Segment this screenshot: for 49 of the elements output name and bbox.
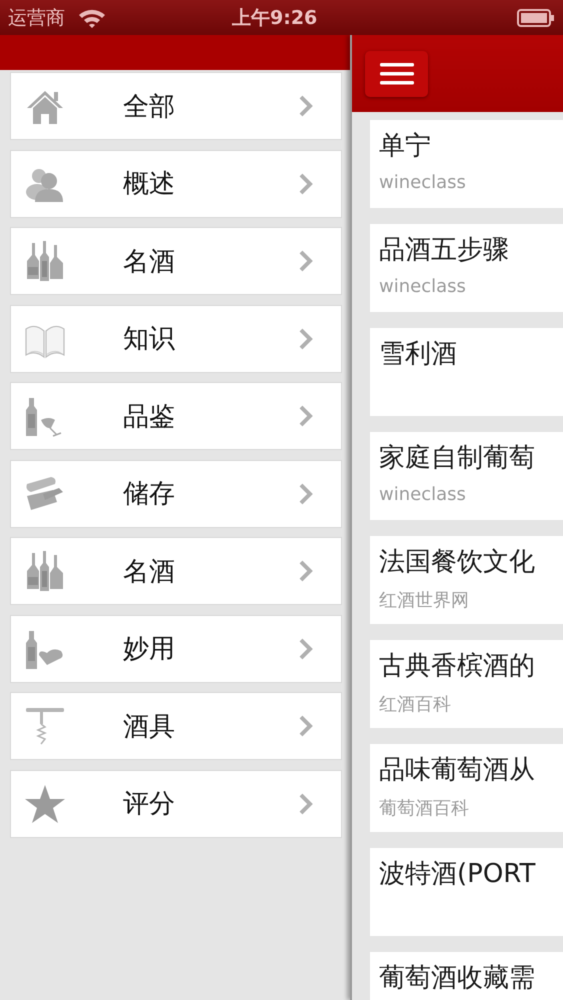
sidebar-item[interactable]: 储存 bbox=[10, 460, 342, 528]
sidebar-item[interactable]: 概述 bbox=[10, 150, 342, 218]
chevron-icon bbox=[299, 715, 313, 737]
article-source: 红酒世界网 bbox=[379, 589, 470, 612]
article-title: 古典香槟酒的 bbox=[379, 650, 536, 683]
article-title: 葡萄酒收藏需 bbox=[379, 962, 536, 995]
clock-time: 上午9:26 bbox=[232, 6, 318, 31]
article-card[interactable]: 品味葡萄酒从 葡萄酒百科 bbox=[370, 744, 563, 832]
article-title: 单宁 bbox=[379, 130, 432, 163]
carrier-name: 运营商 bbox=[8, 6, 65, 30]
menu-icon bbox=[380, 62, 414, 86]
article-source: wineclass bbox=[379, 484, 467, 505]
sidebar-item[interactable]: 评分 bbox=[10, 770, 342, 838]
sidebar-item[interactable]: 酒具 bbox=[10, 692, 342, 760]
chevron-icon bbox=[299, 172, 313, 194]
article-card[interactable]: 品酒五步骤 wineclass bbox=[370, 224, 563, 312]
chevron-icon bbox=[299, 250, 313, 272]
menu-button[interactable] bbox=[365, 50, 428, 96]
article-title: 品酒五步骤 bbox=[379, 234, 510, 267]
article-card[interactable]: 家庭自制葡萄 wineclass bbox=[370, 432, 563, 520]
article-source: 葡萄酒百科 bbox=[379, 797, 470, 820]
chevron-icon bbox=[299, 405, 313, 427]
article-source: wineclass bbox=[379, 172, 467, 193]
article-card[interactable]: 波特酒(PORT bbox=[370, 848, 563, 936]
article-card[interactable]: 单宁 wineclass bbox=[370, 120, 563, 208]
article-source: wineclass bbox=[379, 276, 467, 297]
article-card[interactable]: 雪利酒 bbox=[370, 328, 563, 416]
sidebar-item[interactable]: 名酒 bbox=[10, 227, 342, 295]
article-title: 家庭自制葡萄 bbox=[379, 442, 536, 475]
sidebar-item[interactable]: 全部 bbox=[10, 72, 342, 140]
chevron-icon bbox=[299, 95, 313, 117]
chevron-icon bbox=[299, 792, 313, 814]
sidebar-item[interactable]: 品鉴 bbox=[10, 382, 342, 450]
article-title: 波特酒(PORT bbox=[379, 858, 536, 891]
chevron-icon bbox=[299, 482, 313, 504]
article-title: 品味葡萄酒从 bbox=[379, 754, 536, 787]
chevron-icon bbox=[299, 638, 313, 660]
article-source: 红酒百科 bbox=[379, 693, 452, 716]
sidebar-item[interactable]: 名酒 bbox=[10, 537, 342, 605]
article-title: 雪利酒 bbox=[379, 338, 458, 371]
chevron-icon bbox=[299, 328, 313, 350]
article-card[interactable]: 古典香槟酒的 红酒百科 bbox=[370, 640, 563, 728]
article-card[interactable]: 葡萄酒收藏需 bbox=[370, 952, 563, 1000]
sidebar-item[interactable]: 知识 bbox=[10, 304, 342, 372]
battery-icon bbox=[517, 8, 555, 28]
article-card[interactable]: 法国餐饮文化 红酒世界网 bbox=[370, 536, 563, 624]
sidebar-item[interactable]: 妙用 bbox=[10, 614, 342, 682]
chevron-icon bbox=[299, 560, 313, 582]
article-title: 法国餐饮文化 bbox=[379, 546, 536, 579]
